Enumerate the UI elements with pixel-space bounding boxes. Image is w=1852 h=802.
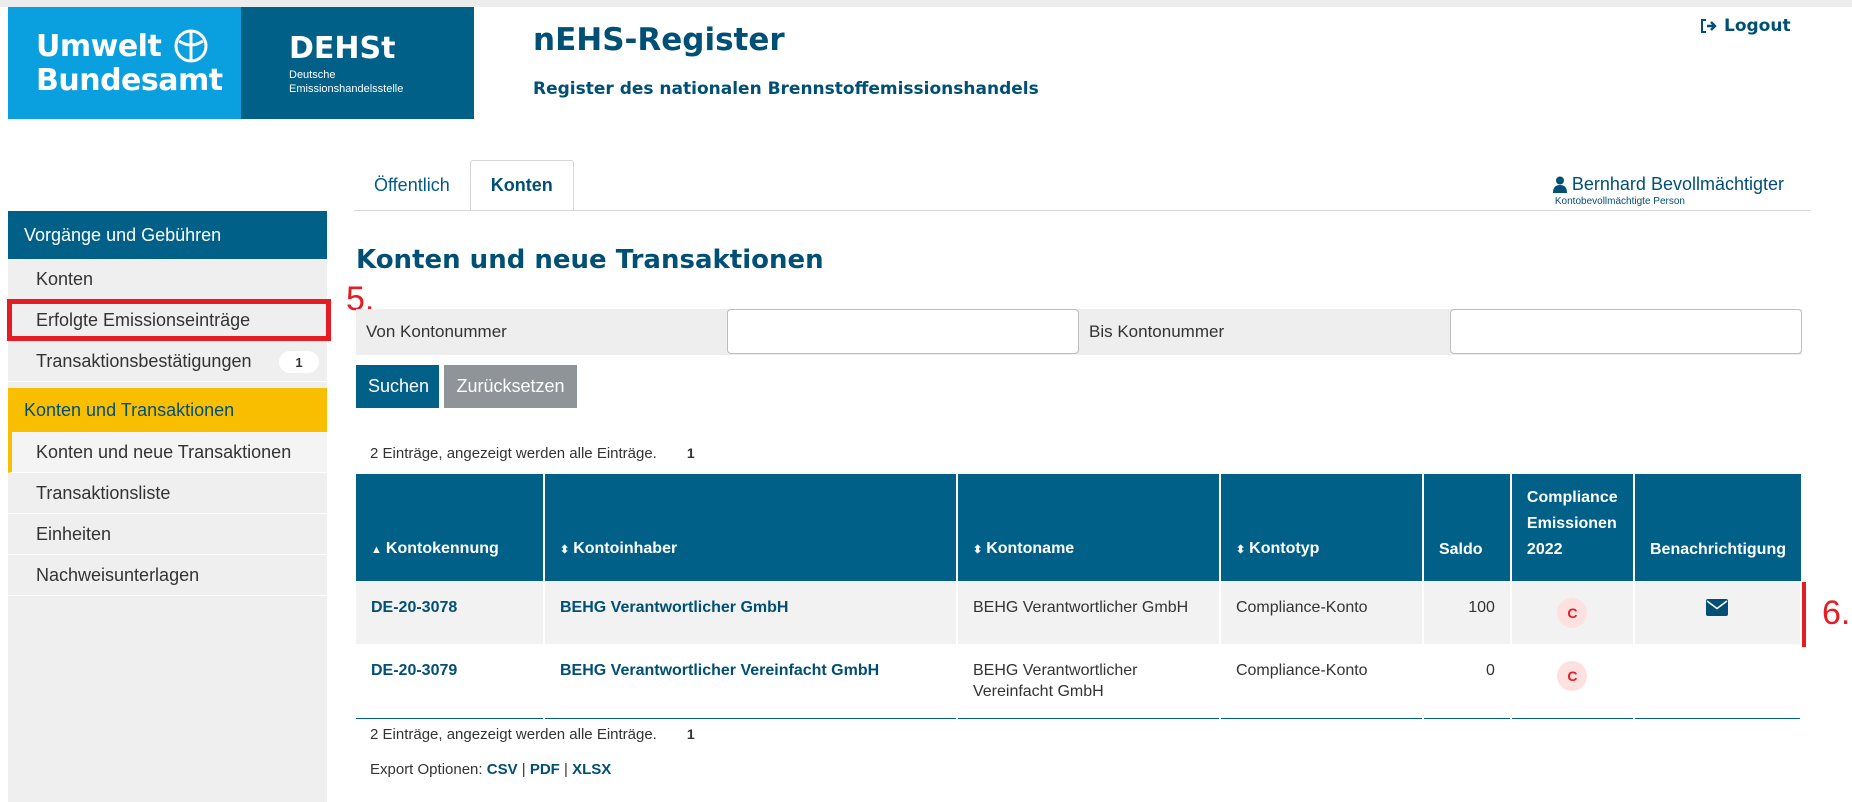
notification-cell: [1633, 644, 1803, 719]
tab-oeffentlich[interactable]: Öffentlich: [354, 160, 470, 211]
sidebar-section-vorgaenge[interactable]: Vorgänge und Gebühren: [8, 211, 327, 259]
top-strip: [0, 0, 1852, 7]
result-count-text: 2 Einträge, angezeigt werden alle Einträ…: [370, 445, 657, 462]
logout-icon: [1701, 19, 1717, 33]
account-balance: 100: [1422, 581, 1512, 644]
pagination-page[interactable]: 1: [687, 445, 695, 462]
account-id-link[interactable]: DE-20-3078: [356, 581, 545, 644]
uba-logo-line1: Umwelt: [36, 29, 162, 64]
sidebar-item-transaktionsliste[interactable]: Transaktionsliste: [8, 473, 327, 514]
sidebar-item-label: Nachweisunterlagen: [36, 564, 200, 585]
compliance-cell: C: [1510, 581, 1635, 644]
dehst-logo-sub2: Emissionshandelsstelle: [289, 83, 404, 95]
column-header-kontoinhaber[interactable]: ⬍ Kontoinhaber: [543, 474, 958, 581]
compliance-badge: C: [1557, 661, 1588, 691]
table-row: DE-20-3078 BEHG Verantwortlicher GmbH BE…: [356, 581, 1803, 644]
compliance-cell: C: [1510, 644, 1635, 719]
uba-logo: Umwelt Bundesamt: [8, 7, 241, 119]
sort-icon: ⬍: [972, 544, 983, 556]
user-role: Kontobevollmächtigte Person: [1554, 196, 1685, 207]
from-account-input[interactable]: [727, 309, 1079, 354]
column-header-benachrichtigung[interactable]: Benachrichtigung: [1633, 474, 1801, 581]
logout-link[interactable]: Logout: [1700, 16, 1791, 36]
account-type: Compliance-Konto: [1219, 581, 1424, 644]
user-info[interactable]: Bernhard Bevollmächtigter Kontobevollmäc…: [1552, 174, 1784, 207]
result-count-text: 2 Einträge, angezeigt werden alle Einträ…: [370, 726, 657, 743]
to-account-label: Bis Kontonummer: [1089, 322, 1225, 341]
uba-logo-line2: Bundesamt: [36, 63, 223, 98]
account-holder-link[interactable]: BEHG Verantwortlicher Vereinfacht GmbH: [543, 644, 958, 719]
export-pdf-link[interactable]: PDF: [530, 761, 560, 778]
sort-icon: ⬍: [559, 544, 570, 556]
dehst-logo-title: DEHSt: [289, 31, 396, 66]
table-row: DE-20-3079 BEHG Verantwortlicher Vereinf…: [356, 644, 1803, 719]
sidebar-item-label: Konten: [36, 268, 94, 289]
sidebar-item-konten-neue-transaktionen[interactable]: Konten und neue Transaktionen: [8, 432, 327, 473]
dehst-logo: DEHSt Deutsche Emissionshandelsstelle: [241, 7, 474, 119]
account-holder-link[interactable]: BEHG Verantwortlicher GmbH: [543, 581, 958, 644]
envelope-icon[interactable]: [1706, 599, 1729, 616]
uba-emblem-icon: [174, 29, 208, 63]
compliance-badge: C: [1557, 598, 1588, 628]
search-button[interactable]: Suchen: [356, 365, 439, 408]
account-name: BEHG Verantwortlicher Vereinfacht GmbH: [956, 644, 1221, 719]
from-account-label: Von Kontonummer: [366, 322, 507, 341]
sidebar-item-label: Konten und neue Transaktionen: [36, 441, 292, 462]
column-header-kontokennung[interactable]: ▲ Kontokennung: [356, 474, 545, 581]
sidebar-item-label: Einheiten: [36, 523, 112, 544]
account-name: BEHG Verantwortlicher GmbH: [956, 581, 1221, 644]
user-icon: [1552, 176, 1567, 193]
sidebar-item-label: Transaktionsliste: [36, 482, 171, 503]
pagination-page[interactable]: 1: [687, 726, 695, 743]
account-balance: 0: [1422, 644, 1512, 719]
to-account-input[interactable]: [1450, 309, 1802, 354]
export-label: Export Optionen:: [370, 761, 483, 778]
notification-cell: [1633, 581, 1803, 644]
export-csv-link[interactable]: CSV: [487, 761, 518, 778]
dehst-logo-sub1: Deutsche: [289, 69, 336, 81]
page-title: Konten und neue Transaktionen: [356, 245, 824, 275]
export-xlsx-link[interactable]: XLSX: [572, 761, 611, 778]
tab-divider: [354, 210, 1810, 211]
sidebar-item-label: Transaktionsbestätigungen: [36, 350, 252, 371]
sidebar-item-nachweisunterlagen[interactable]: Nachweisunterlagen: [8, 555, 327, 596]
main-tabs: Öffentlich Konten: [354, 160, 574, 211]
highlight-box-step5: [7, 299, 331, 341]
sidebar-item-einheiten[interactable]: Einheiten: [8, 514, 327, 555]
reset-button[interactable]: Zurücksetzen: [444, 365, 577, 408]
column-header-kontoname[interactable]: ⬍ Kontoname: [956, 474, 1221, 581]
step-6-label: 6.: [1822, 594, 1851, 632]
app-title: nEHS-Register: [533, 22, 785, 58]
result-info-top: 2 Einträge, angezeigt werden alle Einträ…: [370, 445, 695, 462]
sidebar-section-konten-transaktionen[interactable]: Konten und Transaktionen: [8, 388, 327, 432]
count-badge: 1: [279, 351, 319, 373]
column-header-compliance[interactable]: Compliance Emissionen 2022: [1510, 474, 1635, 581]
sidebar-item-konten[interactable]: Konten: [8, 259, 327, 300]
column-header-saldo[interactable]: Saldo: [1422, 474, 1512, 581]
account-id-link[interactable]: DE-20-3079: [356, 644, 545, 719]
sort-icon: ⬍: [1235, 544, 1246, 556]
sort-asc-icon: ▲: [371, 544, 382, 556]
sidebar-item-transaktionsbestaetigungen[interactable]: Transaktionsbestätigungen 1: [8, 341, 327, 382]
account-type: Compliance-Konto: [1219, 644, 1424, 719]
export-options: Export Optionen: CSV | PDF | XLSX: [370, 761, 612, 778]
user-name: Bernhard Bevollmächtigter: [1571, 174, 1784, 194]
column-header-kontotyp[interactable]: ⬍ Kontotyp: [1219, 474, 1424, 581]
tab-konten[interactable]: Konten: [469, 160, 574, 211]
logout-label: Logout: [1724, 16, 1791, 36]
result-info-bottom: 2 Einträge, angezeigt werden alle Einträ…: [370, 726, 695, 743]
app-subtitle: Register des nationalen Brennstoffemissi…: [533, 79, 1039, 99]
filter-bar: Von Kontonummer Bis Kontonummer: [356, 309, 1802, 355]
accounts-table: ▲ Kontokennung ⬍ Kontoinhaber ⬍ Kontoname ⬍…: [356, 474, 1803, 719]
